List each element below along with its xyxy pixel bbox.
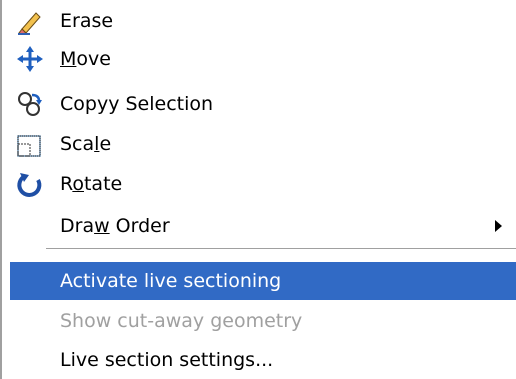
menu-item-label: Scale <box>60 133 112 155</box>
eraser-icon <box>16 7 44 35</box>
scale-icon <box>16 130 44 158</box>
menu-item-draw-order[interactable]: Draw Order <box>10 207 516 245</box>
context-menu: Erase Move Copyy Selection Scale Rotate … <box>0 0 516 379</box>
move-icon <box>16 45 44 73</box>
accelerator-key: w <box>94 215 110 237</box>
menu-item-label: Live section settings... <box>60 349 274 371</box>
menu-item-rotate[interactable]: Rotate <box>10 165 516 203</box>
menu-left-border <box>0 0 2 379</box>
accelerator-key: y <box>108 93 120 115</box>
menu-separator <box>46 248 516 250</box>
menu-item-activate-live-sectioning[interactable]: Activate live sectioning <box>10 262 516 300</box>
menu-item-erase[interactable]: Erase <box>10 2 516 40</box>
accelerator-key: o <box>72 173 84 195</box>
menu-item-label: Show cut-away geometry <box>60 310 303 332</box>
menu-item-live-section-settings[interactable]: Live section settings... <box>10 341 516 379</box>
accelerator-key: M <box>60 48 77 70</box>
menu-item-copy-selection[interactable]: Copyy Selection <box>10 85 516 123</box>
menu-item-label: Activate live sectioning <box>60 270 282 292</box>
menu-item-label: Copyy Selection <box>60 93 214 115</box>
menu-item-scale[interactable]: Scale <box>10 125 516 163</box>
submenu-arrow-icon <box>495 220 502 232</box>
menu-item-label: Draw Order <box>60 215 170 237</box>
menu-item-label: Move <box>60 48 111 70</box>
menu-item-move[interactable]: Move <box>10 40 516 78</box>
menu-item-label: Erase <box>60 10 114 32</box>
menu-item-show-cut-away-geometry[interactable]: Show cut-away geometry <box>10 302 516 340</box>
menu-item-label: Rotate <box>60 173 123 195</box>
rotate-icon <box>16 170 44 198</box>
copy-selection-icon <box>16 90 44 118</box>
